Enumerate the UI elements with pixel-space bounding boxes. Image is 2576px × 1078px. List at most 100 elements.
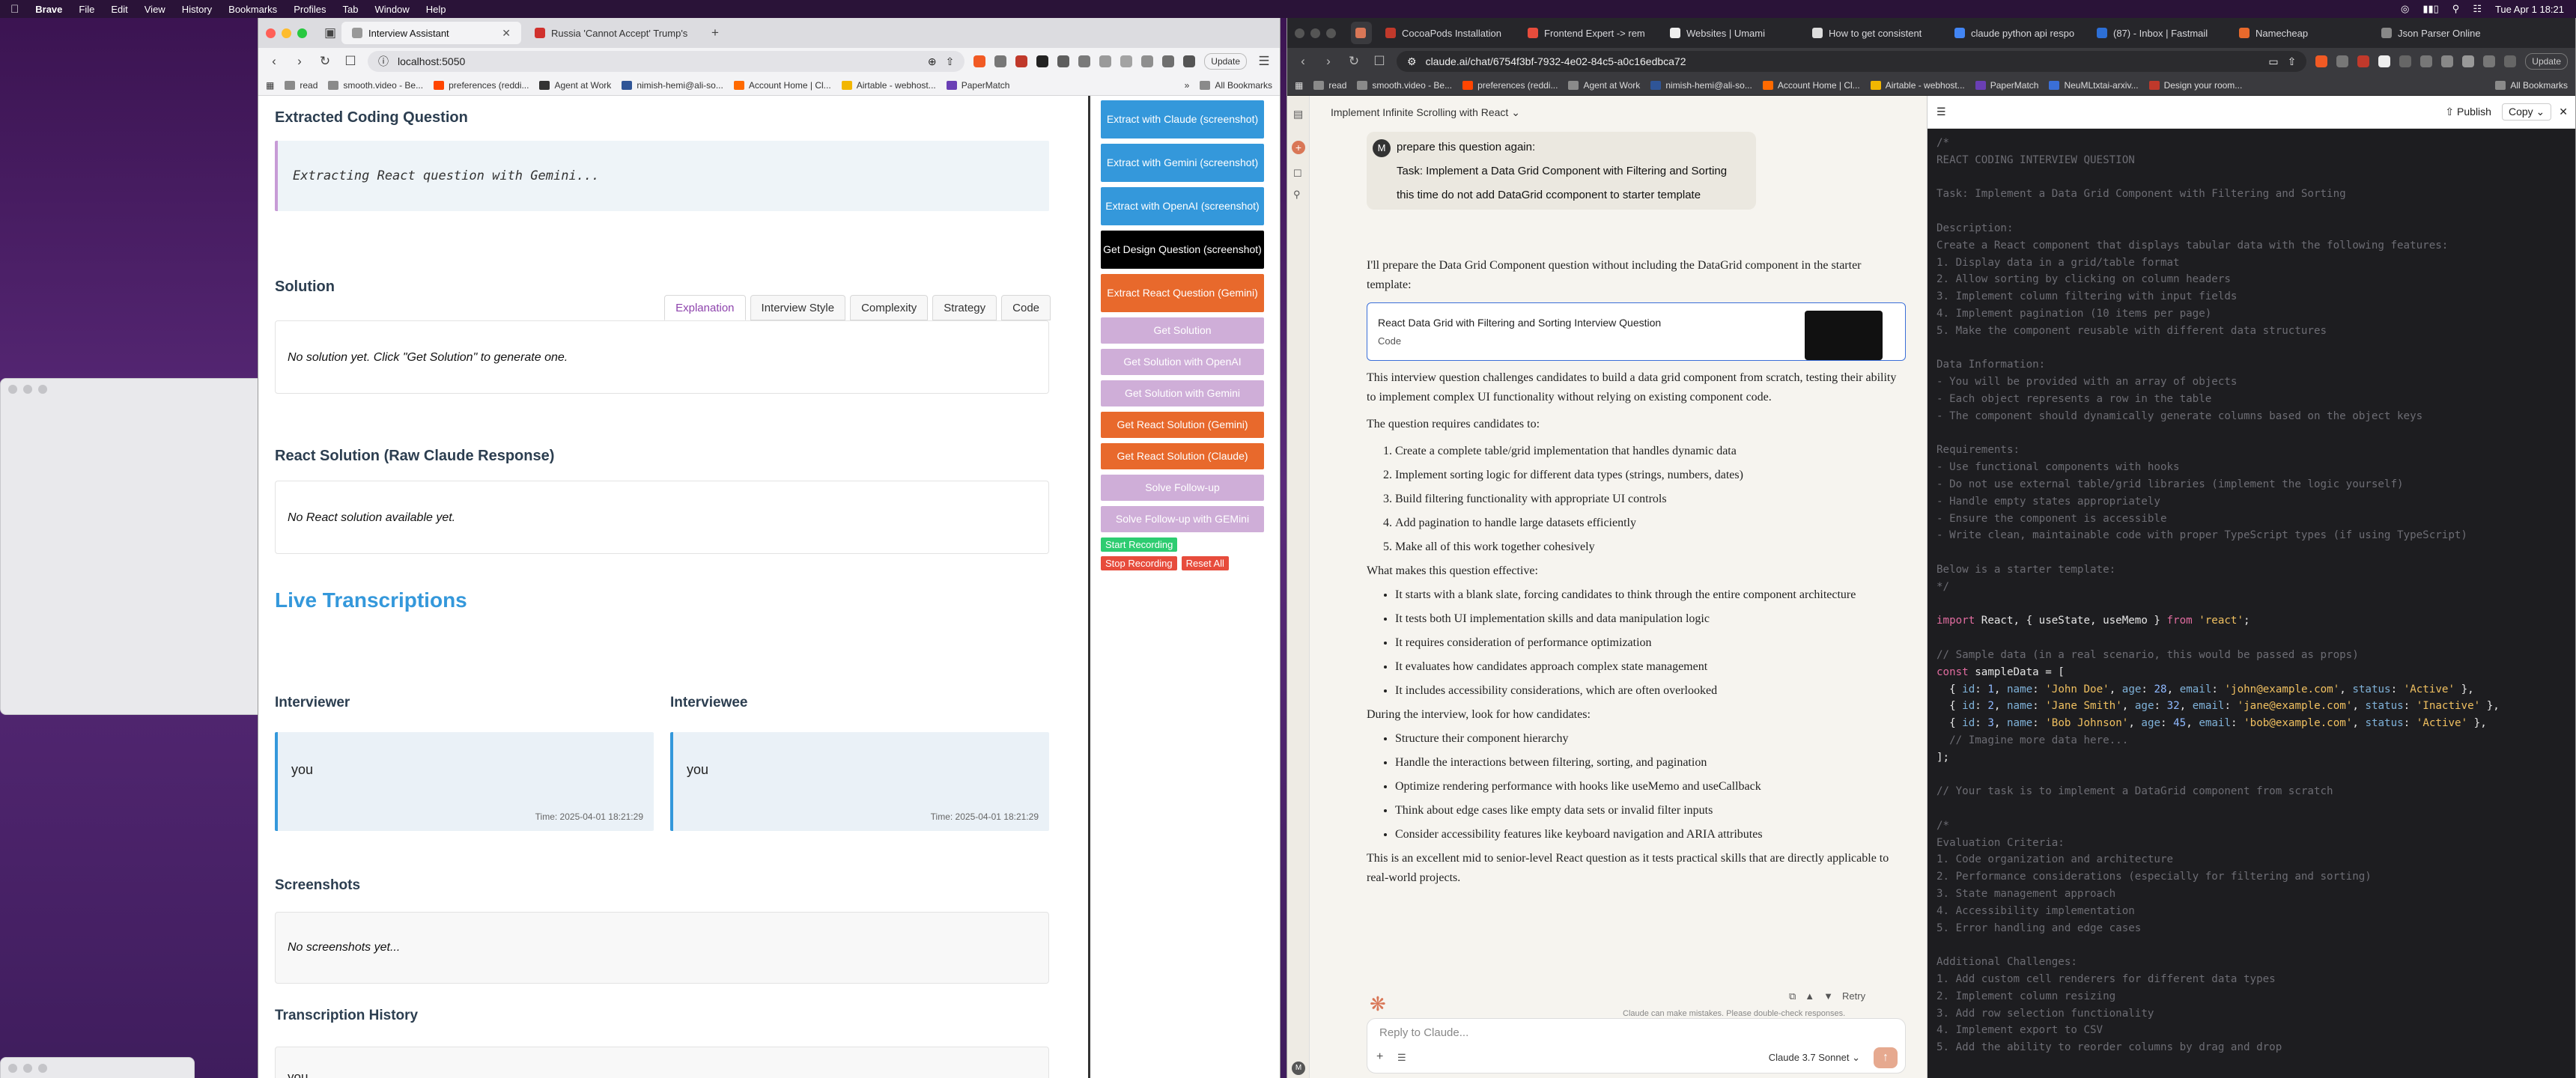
sidebar-toggle-icon[interactable]: ▤ [1293,108,1303,121]
thumbs-up-icon[interactable]: ▲ [1805,990,1814,1002]
sidebar-toggle-icon[interactable]: ▣ [322,25,338,40]
close-window-icon[interactable] [1295,28,1304,38]
background-window[interactable] [0,378,270,715]
bookmark-item[interactable]: read [1313,80,1346,91]
tab-json-parser[interactable]: Json Parser Online [2371,22,2510,44]
chat-title[interactable]: Implement Infinite Scrolling with React … [1331,106,1520,119]
tab-interview-assistant[interactable]: Interview Assistant ✕ [341,22,521,44]
brave-rewards-icon[interactable] [994,55,1007,67]
bookmark-icon[interactable]: ☐ [1371,54,1388,69]
new-tab-icon[interactable]: + [707,25,723,40]
extension-icon[interactable] [1078,55,1091,67]
tab-strategy[interactable]: Strategy [932,295,997,320]
all-bookmarks[interactable]: All Bookmarks [2495,80,2568,91]
search-icon[interactable]: ⚲ [2452,3,2460,15]
new-chat-icon[interactable]: + [1292,141,1305,154]
extract-gemini-button[interactable]: Extract with Gemini (screenshot) [1101,144,1264,182]
minimize-window-icon[interactable] [1310,28,1320,38]
bookmark-item[interactable]: nimish-hemi@ali-so... [1650,80,1752,91]
bookmark-item[interactable]: read [285,80,318,91]
retry-button[interactable]: Retry [1842,990,1865,1002]
back-icon[interactable]: ‹ [1295,54,1311,69]
bookmark-item[interactable]: smooth.video - Be... [1357,80,1452,91]
bookmark-item[interactable]: Account Home | Cl... [733,80,831,91]
tab-cocoapods[interactable]: CocoaPods Installation [1375,22,1514,44]
tab-interview-style[interactable]: Interview Style [750,295,846,320]
tab-explanation[interactable]: Explanation [664,295,746,320]
clock[interactable]: Tue Apr 1 18:21 [2495,4,2564,15]
extension-icon[interactable] [1120,55,1133,67]
battery-icon[interactable]: ▮▮▯ [2422,3,2438,15]
bookmark-item[interactable]: smooth.video - Be... [328,80,423,91]
zoom-icon[interactable]: ⊕ [928,55,937,68]
share-icon[interactable]: ⇧ [2288,55,2297,68]
projects-icon[interactable]: ⚲ [1293,189,1301,201]
thumbs-down-icon[interactable]: ▼ [1823,990,1833,1002]
bookmark-item[interactable]: PaperMatch [1975,80,2038,91]
reload-icon[interactable]: ↻ [1346,54,1362,69]
start-recording-button[interactable]: Start Recording [1101,538,1178,552]
bookmark-item[interactable]: NeuMLtxtai-arxiv... [2049,80,2139,91]
bookmark-item[interactable]: Agent at Work [1568,80,1640,91]
screen-icon[interactable]: ▭ [2268,55,2278,68]
bookmark-item[interactable]: Airtable - webhost... [841,80,936,91]
background-window-bottom[interactable] [0,1057,195,1078]
design-question-button[interactable]: Get Design Question (screenshot) [1101,231,1264,269]
extension-icon[interactable] [2420,55,2433,67]
close-tab-icon[interactable]: ✕ [502,27,511,40]
extension-icon[interactable] [2336,55,2349,67]
list-icon[interactable]: ☰ [1936,106,1946,118]
extension-icon[interactable] [1141,55,1154,67]
tab-frontend-expert[interactable]: Frontend Expert -> rem [1517,22,1656,44]
app-menu[interactable]: Brave [35,4,62,15]
get-solution-gemini-button[interactable]: Get Solution with Gemini [1101,380,1264,406]
get-react-solution-gemini-button[interactable]: Get React Solution (Gemini) [1101,412,1264,438]
reload-icon[interactable]: ↻ [317,54,333,69]
extension-icon[interactable] [2399,55,2412,67]
forward-icon[interactable]: › [291,54,308,69]
copy-button[interactable]: Copy ⌄ [2501,103,2552,121]
extract-openai-button[interactable]: Extract with OpenAI (screenshot) [1101,187,1264,225]
artifact-card[interactable]: React Data Grid with Filtering and Sorti… [1367,302,1906,361]
model-selector[interactable]: Claude 3.7 Sonnet ⌄ [1769,1052,1860,1064]
all-bookmarks[interactable]: All Bookmarks [1200,80,1272,91]
copy-icon[interactable]: ⧉ [1789,990,1796,1002]
zoom-window-icon[interactable] [297,28,307,38]
bookmark-item[interactable]: Account Home | Cl... [1762,80,1860,91]
share-icon[interactable]: ⇧ [946,55,955,68]
close-window-icon[interactable] [266,28,276,38]
tab-code[interactable]: Code [1001,295,1051,320]
address-bar[interactable]: ⚙ claude.ai/chat/6754f3bf-7932-4e02-84c5… [1397,51,2307,72]
tab-claude-chat[interactable] [1351,22,1372,44]
extension-icon[interactable] [1162,55,1175,67]
control-center-icon[interactable]: ☷ [2473,3,2482,15]
zoom-window-icon[interactable] [1326,28,1336,38]
bookmark-item[interactable]: preferences (reddi... [1462,80,1558,91]
close-icon[interactable]: ✕ [2559,106,2568,118]
menu-window[interactable]: Window [375,4,410,15]
extract-claude-button[interactable]: Extract with Claude (screenshot) [1101,100,1264,138]
attach-icon[interactable]: + [1376,1050,1383,1064]
menu-bookmarks[interactable]: Bookmarks [228,4,277,15]
menu-profiles[interactable]: Profiles [294,4,326,15]
extension-icon[interactable] [1099,55,1112,67]
apps-grid-icon[interactable]: ▦ [266,80,274,91]
menu-tab[interactable]: Tab [343,4,359,15]
notion-extension-icon[interactable] [1036,55,1049,67]
extension-icon[interactable] [1183,55,1196,67]
extract-react-question-button[interactable]: Extract React Question (Gemini) [1101,274,1264,312]
menu-edit[interactable]: Edit [111,4,127,15]
menu-icon[interactable]: ☰ [1256,54,1272,69]
solve-follow-up-button[interactable]: Solve Follow-up [1101,475,1264,501]
brave-shields-icon[interactable] [973,55,986,67]
tools-icon[interactable]: ☰ [1397,1052,1406,1064]
tab-complexity[interactable]: Complexity [850,295,929,320]
get-solution-openai-button[interactable]: Get Solution with OpenAI [1101,349,1264,375]
more-bookmarks-icon[interactable]: » [1185,80,1190,91]
menu-view[interactable]: View [145,4,165,15]
tab-namecheap[interactable]: Namecheap [2229,22,2368,44]
publish-button[interactable]: ⇧ Publish [2445,106,2491,118]
apple-menu-icon[interactable]:  [10,3,19,16]
menu-history[interactable]: History [182,4,212,15]
extension-icon[interactable] [2483,55,2496,67]
